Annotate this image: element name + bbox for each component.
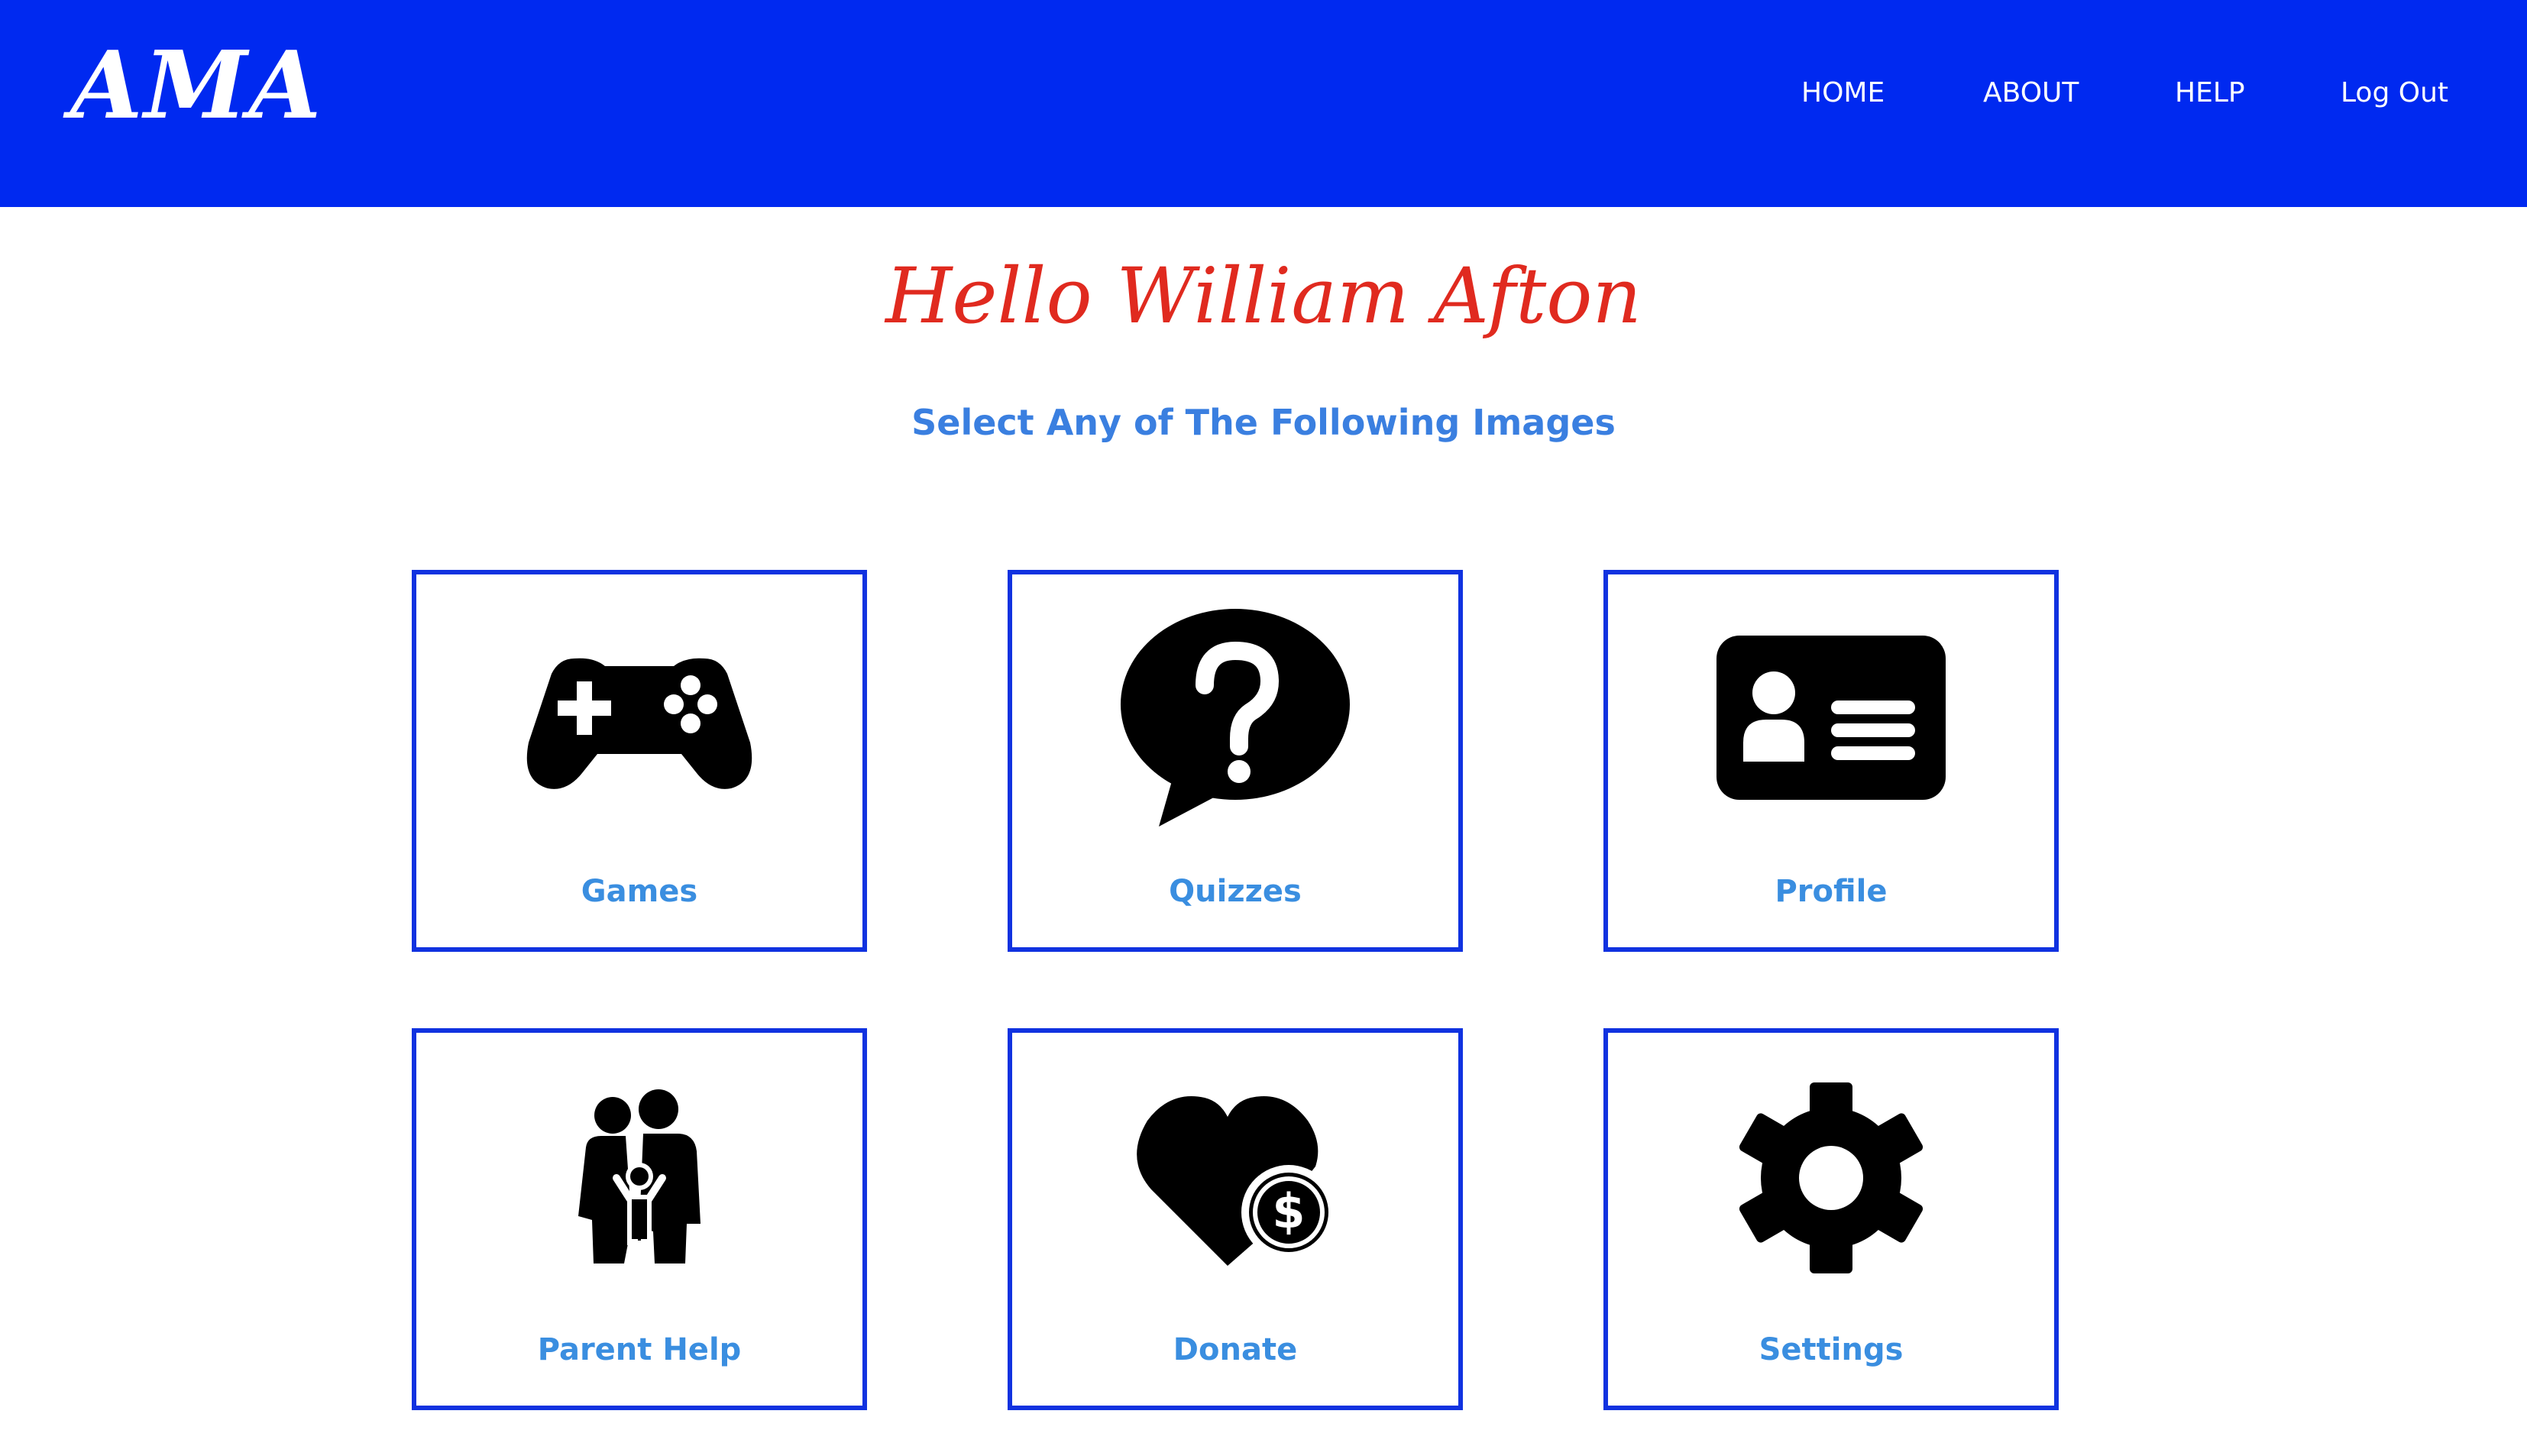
card-profile[interactable]: Profile [1603, 570, 2059, 952]
heart-dollar-icon: $ [1012, 1063, 1458, 1293]
gamepad-icon [416, 605, 862, 834]
family-icon [416, 1063, 862, 1293]
greeting-heading: Hello William Afton [885, 251, 1642, 341]
card-settings[interactable]: Settings [1603, 1028, 2059, 1410]
site-logo[interactable]: AMA [70, 38, 322, 131]
question-bubble-icon [1012, 605, 1458, 834]
card-label-parent-help: Parent Help [537, 1332, 742, 1367]
card-games[interactable]: Games [412, 570, 867, 952]
instructions-subtitle: Select Any of The Following Images [911, 402, 1616, 443]
id-card-icon [1608, 605, 2054, 834]
navbar: AMA HOME ABOUT HELP Log Out [0, 0, 2527, 207]
card-quizzes[interactable]: Quizzes [1008, 570, 1463, 952]
nav-link-about[interactable]: ABOUT [1983, 79, 2079, 107]
nav-link-home[interactable]: HOME [1801, 79, 1885, 107]
svg-text:$: $ [1272, 1183, 1305, 1239]
card-label-games: Games [581, 874, 698, 909]
card-parent-help[interactable]: Parent Help [412, 1028, 867, 1410]
card-donate[interactable]: $ Donate [1008, 1028, 1463, 1410]
gear-icon [1608, 1063, 2054, 1293]
card-label-donate: Donate [1173, 1332, 1298, 1367]
card-label-profile: Profile [1775, 874, 1888, 909]
nav-link-help[interactable]: HELP [2175, 79, 2245, 107]
nav-link-logout[interactable]: Log Out [2341, 79, 2448, 107]
card-label-quizzes: Quizzes [1169, 874, 1302, 909]
card-label-settings: Settings [1759, 1332, 1904, 1367]
